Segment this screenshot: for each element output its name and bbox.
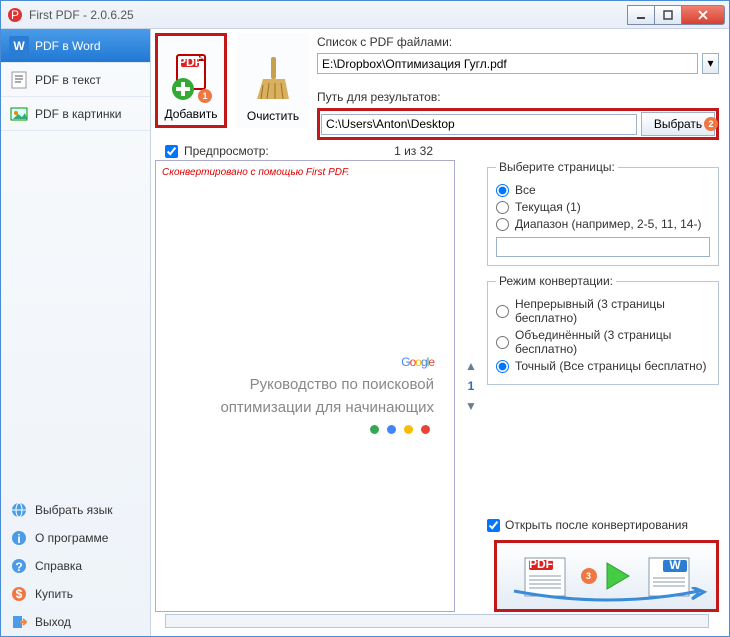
open-after-label: Открыть после конвертирования: [505, 518, 688, 532]
status-bar: [155, 612, 719, 630]
close-button[interactable]: [681, 5, 725, 25]
radio-label: Все: [515, 183, 536, 197]
radio-mode-exact[interactable]: Точный (Все страницы бесплатно): [496, 359, 710, 373]
maximize-button[interactable]: [654, 5, 682, 25]
sidebar-buy[interactable]: $ Купить: [1, 580, 150, 608]
radio-mode-joined[interactable]: Объединённый (3 страницы бесплатно): [496, 328, 710, 356]
cart-icon: $: [9, 584, 29, 604]
add-pdf-icon: PDF: [161, 47, 221, 107]
content-area: PDF 1 Добавить Очистить Список с PDF фай…: [151, 29, 729, 636]
svg-text:W: W: [669, 558, 681, 572]
text-icon: [9, 70, 29, 90]
mode-fieldset: Режим конвертации: Непрерывный (3 страни…: [487, 274, 719, 385]
sidebar-item-pdf-to-text[interactable]: PDF в текст: [1, 63, 150, 97]
sidebar-help[interactable]: ? Справка: [1, 552, 150, 580]
result-path-input[interactable]: [321, 114, 637, 135]
radio-label: Диапазон (например, 2-5, 11, 14-): [515, 217, 701, 231]
add-button-label: Добавить: [164, 107, 217, 121]
page-nav: ▲ 1 ▼: [461, 160, 481, 612]
svg-text:?: ?: [15, 560, 22, 574]
clear-button[interactable]: Очистить: [237, 33, 309, 128]
sidebar-exit[interactable]: Выход: [1, 608, 150, 636]
globe-icon: [9, 500, 29, 520]
radio-current-page[interactable]: Текущая (1): [496, 200, 710, 214]
pdf-file-dropdown[interactable]: ▾: [702, 53, 719, 74]
svg-text:PDF: PDF: [529, 557, 553, 571]
progress-bar: [165, 614, 709, 628]
radio-range-pages[interactable]: Диапазон (например, 2-5, 11, 14-): [496, 217, 710, 231]
decorative-dots: [366, 417, 434, 437]
svg-text:P: P: [11, 8, 19, 22]
svg-text:PDF: PDF: [178, 55, 202, 69]
radio-label: Объединённый (3 страницы бесплатно): [515, 328, 710, 356]
badge-1: 1: [198, 89, 212, 103]
minimize-button[interactable]: [627, 5, 655, 25]
pages-legend: Выберите страницы:: [496, 160, 618, 174]
sidebar-language[interactable]: Выбрать язык: [1, 496, 150, 524]
preview-panel: Сконвертировано с помощью First PDF. Goo…: [155, 160, 455, 612]
sidebar-about[interactable]: i О программе: [1, 524, 150, 552]
sidebar-item-pdf-to-word[interactable]: W PDF в Word: [1, 29, 150, 63]
convert-button[interactable]: PDF 3 W: [494, 540, 719, 612]
current-page: 1: [468, 379, 475, 393]
svg-text:$: $: [16, 587, 23, 601]
google-logo: Google: [401, 346, 434, 372]
sidebar-item-label: Выбрать язык: [35, 503, 113, 517]
prev-page-icon[interactable]: ▲: [465, 359, 477, 373]
radio-label: Текущая (1): [515, 200, 581, 214]
radio-all-pages[interactable]: Все: [496, 183, 710, 197]
sidebar-item-pdf-to-images[interactable]: PDF в картинки: [1, 97, 150, 131]
result-path-label: Путь для результатов:: [317, 90, 719, 104]
broom-icon: [243, 49, 303, 109]
file-list-label: Список с PDF файлами:: [317, 35, 719, 49]
app-icon: P: [7, 7, 23, 23]
sidebar: W PDF в Word PDF в текст PDF в картинки …: [1, 29, 151, 636]
sidebar-item-label: Справка: [35, 559, 82, 573]
sidebar-item-label: PDF в картинки: [35, 107, 121, 121]
word-icon: W: [9, 36, 29, 56]
title-bar: P First PDF - 2.0.6.25: [1, 1, 729, 29]
radio-mode-continuous[interactable]: Непрерывный (3 страницы бесплатно): [496, 297, 710, 325]
page-range-input[interactable]: [496, 237, 710, 257]
exit-icon: [9, 612, 29, 632]
open-after-checkbox[interactable]: Открыть после конвертирования: [487, 518, 719, 532]
window-title: First PDF - 2.0.6.25: [29, 8, 628, 22]
help-icon: ?: [9, 556, 29, 576]
sidebar-item-label: PDF в текст: [35, 73, 101, 87]
sidebar-item-label: Выход: [35, 615, 71, 629]
badge-3: 3: [581, 568, 597, 584]
sidebar-item-label: PDF в Word: [35, 39, 101, 53]
browse-label: Выбрать: [654, 117, 702, 131]
clear-button-label: Очистить: [247, 109, 299, 123]
preview-checkbox[interactable]: [165, 145, 178, 158]
svg-text:i: i: [17, 532, 20, 546]
preview-watermark: Сконвертировано с помощью First PDF.: [162, 167, 448, 178]
mode-legend: Режим конвертации:: [496, 274, 616, 288]
radio-label: Непрерывный (3 страницы бесплатно): [515, 297, 710, 325]
next-page-icon[interactable]: ▼: [465, 399, 477, 413]
images-icon: [9, 104, 29, 124]
preview-document: Google Руководство по поисковой оптимиза…: [162, 178, 448, 605]
radio-label: Точный (Все страницы бесплатно): [515, 359, 706, 373]
sidebar-item-label: О программе: [35, 531, 108, 545]
add-button[interactable]: PDF 1 Добавить: [155, 33, 227, 128]
preview-label: Предпросмотр:: [184, 144, 269, 158]
arrow-icon: [509, 587, 709, 605]
pages-fieldset: Выберите страницы: Все Текущая (1) Диапа…: [487, 160, 719, 266]
sidebar-item-label: Купить: [35, 587, 73, 601]
browse-button[interactable]: Выбрать 2: [641, 112, 715, 136]
pdf-file-input[interactable]: [317, 53, 698, 74]
page-indicator: 1 из 32: [394, 144, 433, 158]
svg-text:W: W: [13, 39, 25, 53]
doc-title-line2: оптимизации для начинающих: [220, 399, 434, 418]
badge-2: 2: [704, 117, 718, 131]
info-icon: i: [9, 528, 29, 548]
doc-title-line1: Руководство по поисковой: [250, 376, 434, 395]
